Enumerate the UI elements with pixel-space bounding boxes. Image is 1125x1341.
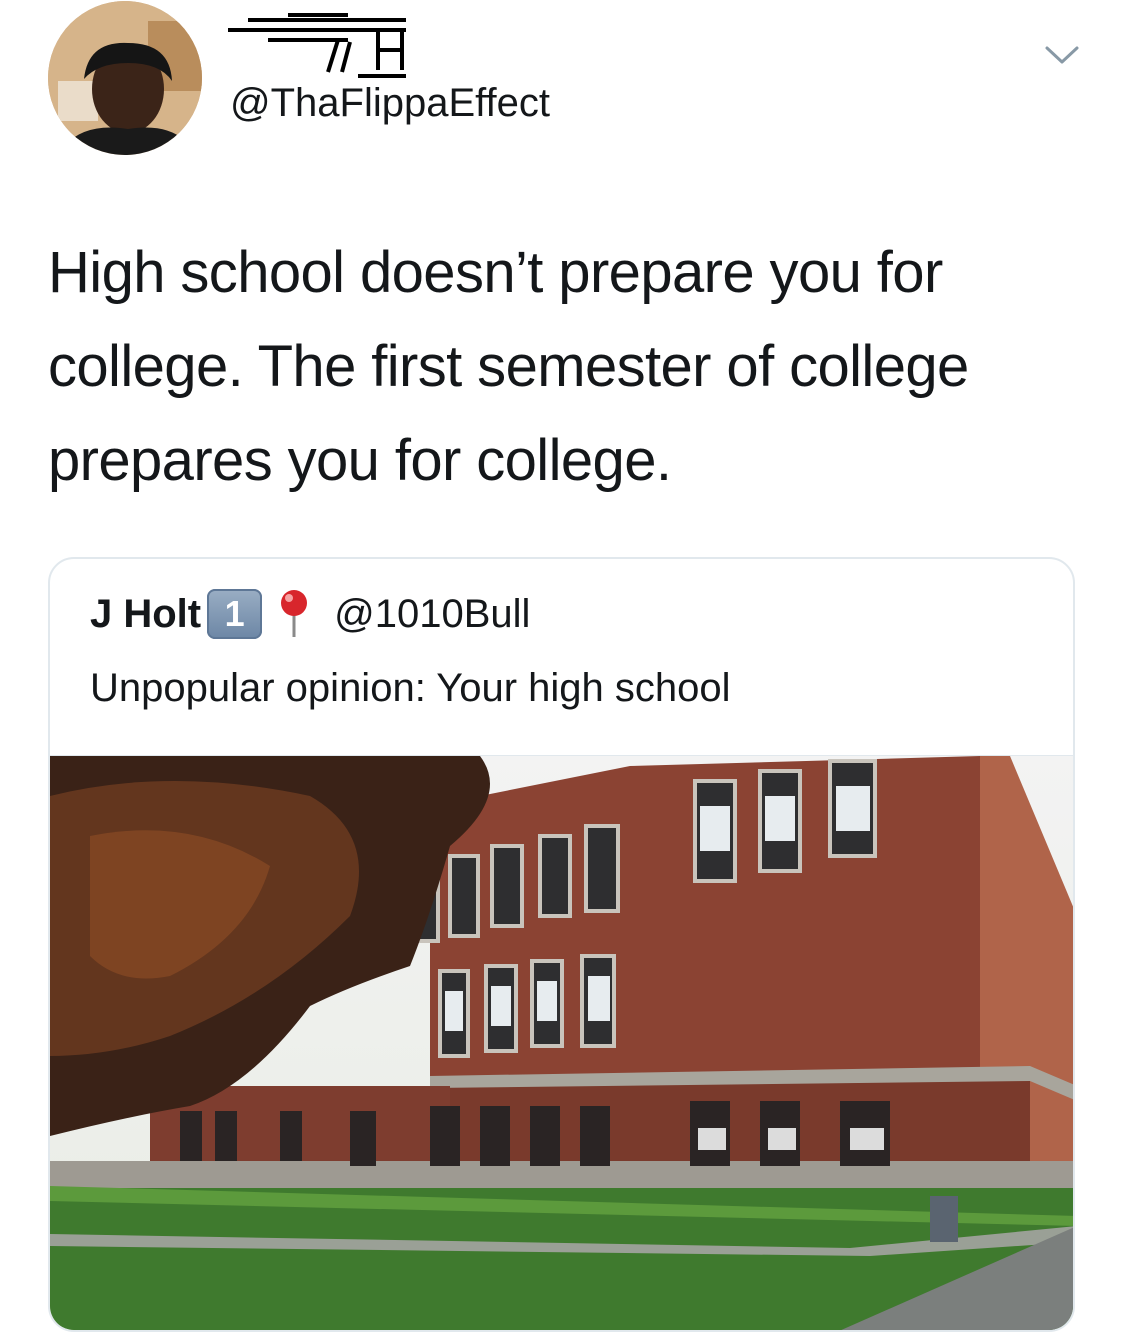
avatar[interactable] (48, 1, 202, 155)
round-pushpin-icon (278, 589, 310, 639)
quoted-display-name: J Holt (90, 591, 202, 636)
quoted-tweet-text: Unpopular opinion: Your high school (90, 666, 731, 710)
quoted-tweet-card[interactable]: J Holt 1 @1010Bull Unpopular opinion: Yo… (48, 557, 1075, 1332)
display-name-graphic (228, 10, 418, 78)
quoted-tweet-header: J Holt 1 @1010Bull (90, 589, 530, 639)
tweet-handle[interactable]: @ThaFlippaEffect (230, 80, 550, 126)
quoted-handle[interactable]: @1010Bull (334, 592, 530, 637)
keycap-one-icon: 1 (207, 589, 263, 639)
school-building-photo[interactable] (50, 755, 1073, 1330)
tweet-text: High school doesn’t prepare you for coll… (48, 240, 969, 493)
chevron-down-icon[interactable] (1044, 40, 1080, 70)
